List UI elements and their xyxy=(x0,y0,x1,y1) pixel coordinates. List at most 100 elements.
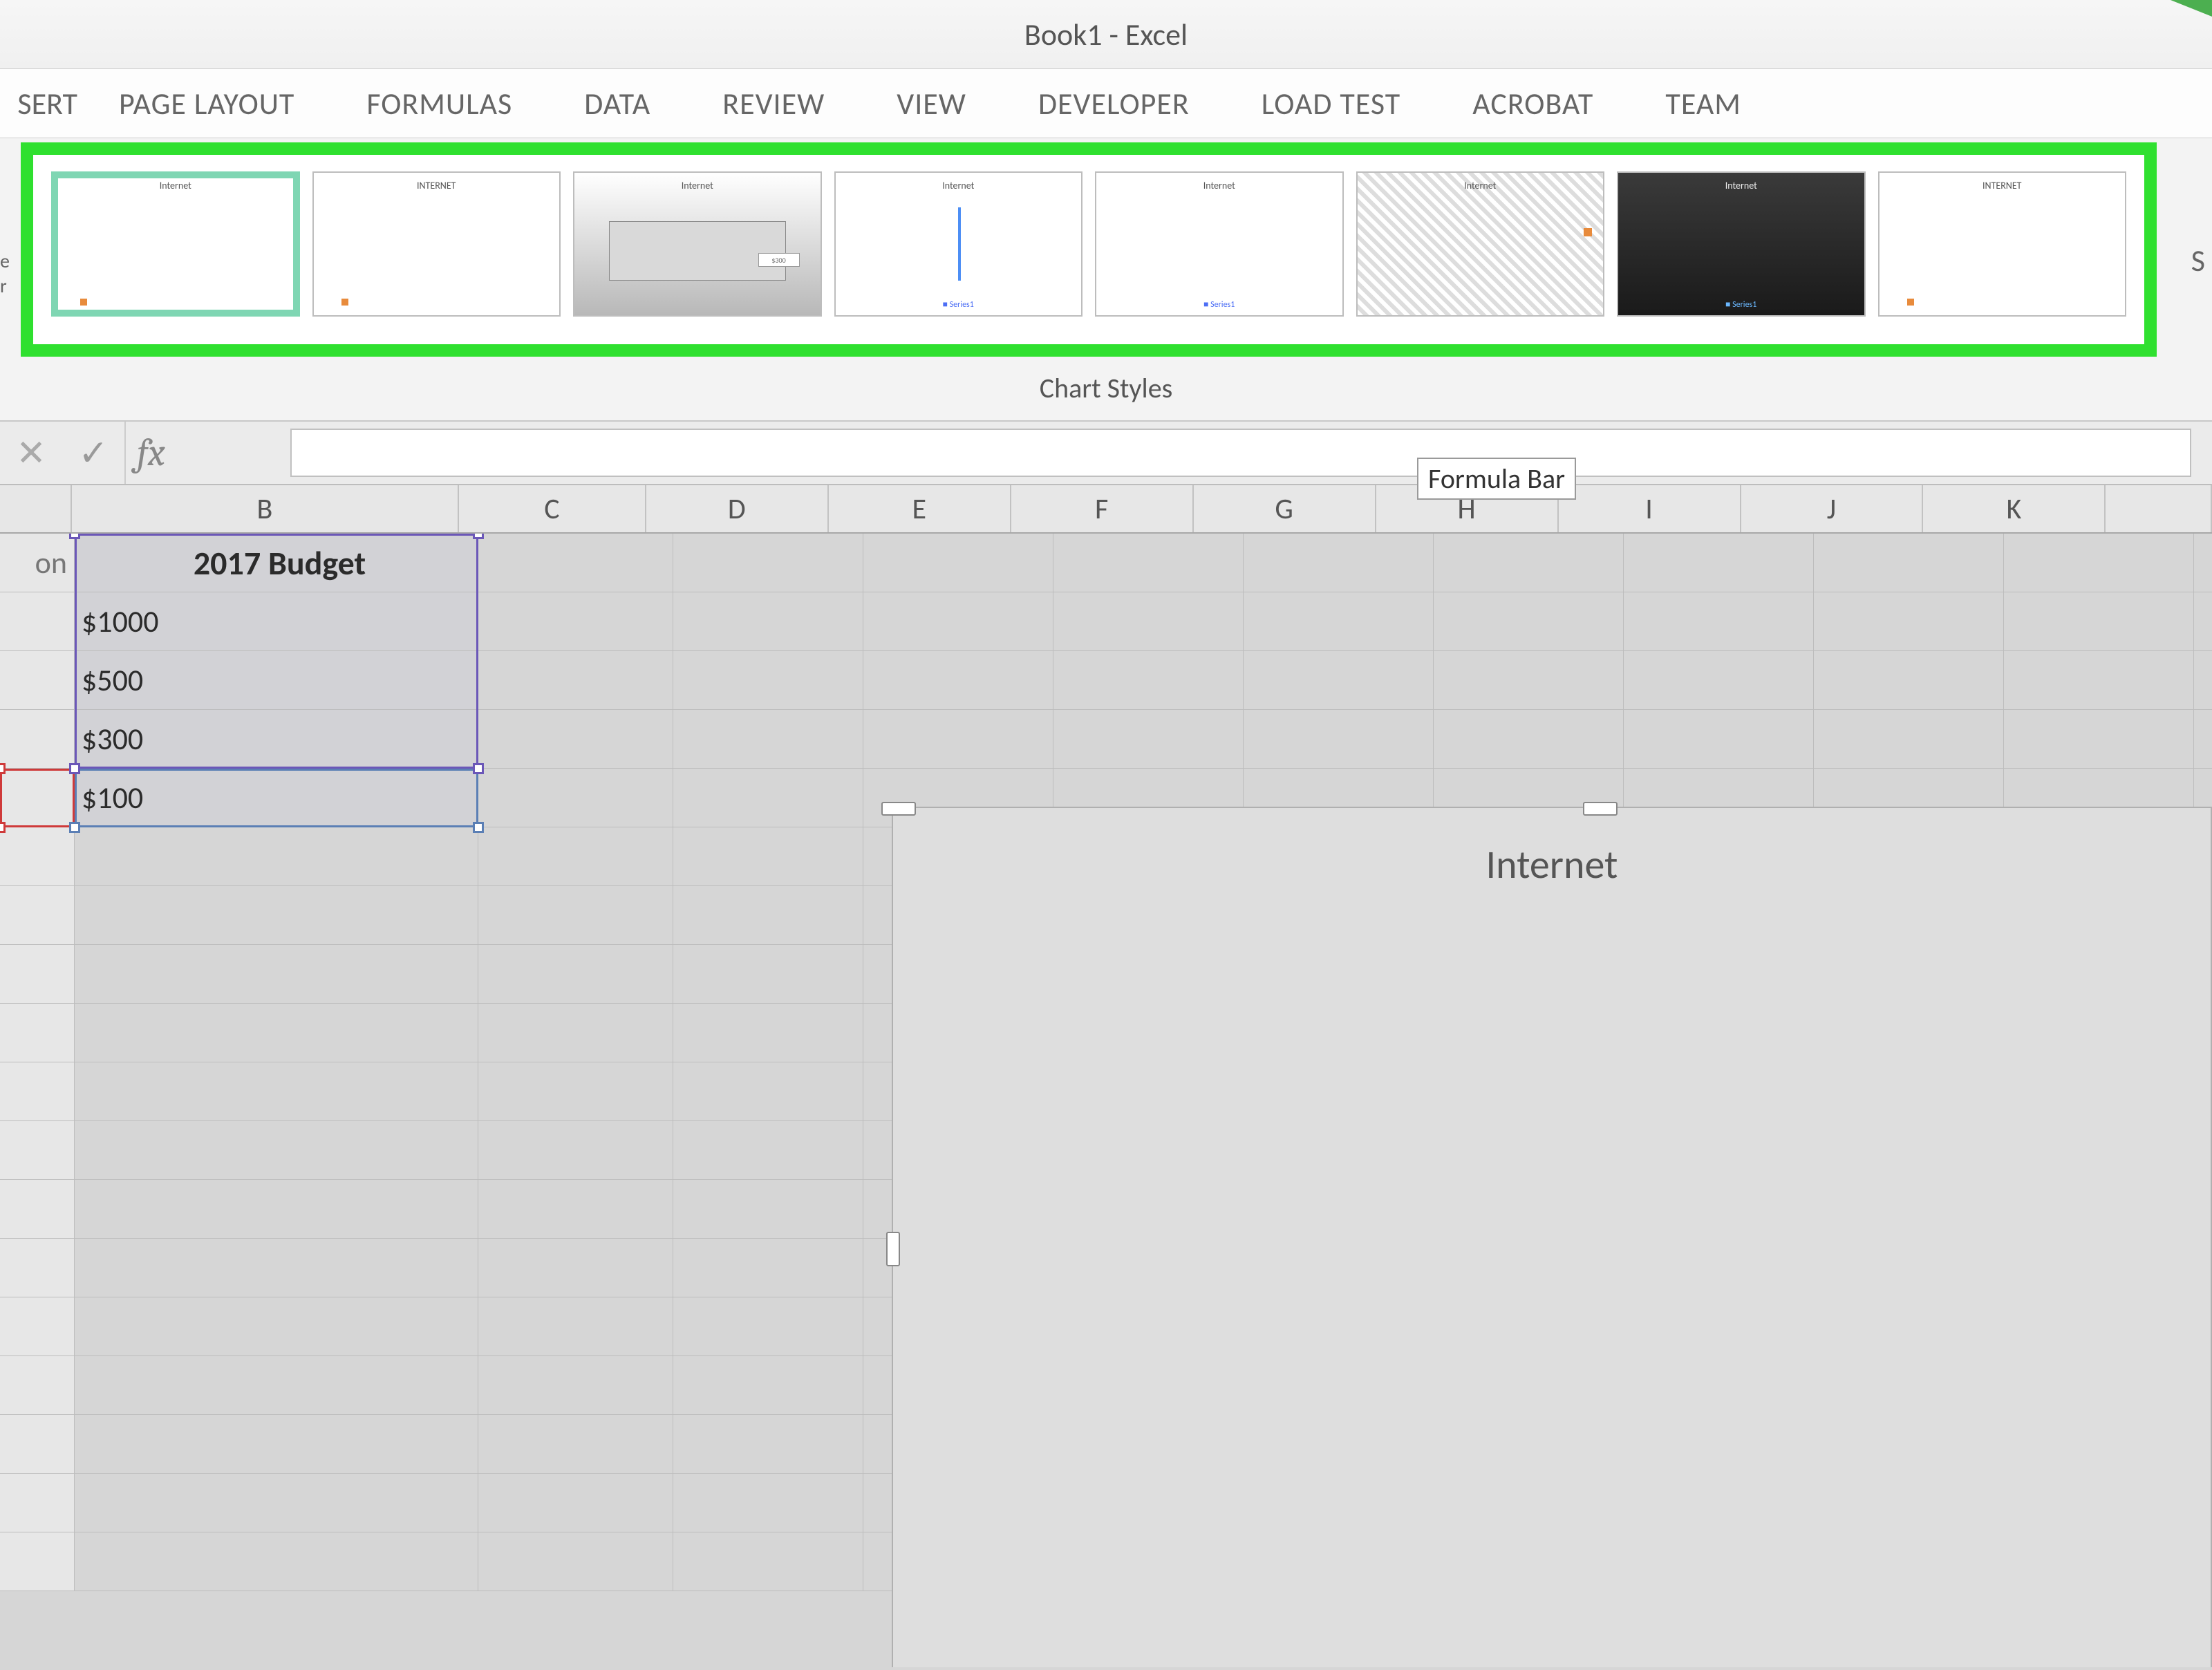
cell-h2[interactable] xyxy=(1434,592,1624,651)
range-handle[interactable] xyxy=(69,763,80,774)
cell-f3[interactable] xyxy=(1053,651,1244,710)
cell-b4[interactable]: $300 xyxy=(75,710,478,769)
chart-style-6[interactable]: Internet xyxy=(1356,171,1605,317)
cell-h3[interactable] xyxy=(1434,651,1624,710)
cell[interactable] xyxy=(478,1121,673,1180)
formula-input[interactable] xyxy=(290,429,2191,477)
range-handle[interactable] xyxy=(0,822,6,833)
cell[interactable] xyxy=(673,1356,863,1415)
cell[interactable] xyxy=(673,1121,863,1180)
column-header-b[interactable]: B xyxy=(72,485,459,532)
chart-style-1[interactable]: Internet xyxy=(51,171,300,317)
row-header[interactable] xyxy=(0,1062,75,1121)
cell[interactable] xyxy=(673,945,863,1004)
cell-g4[interactable] xyxy=(1244,710,1434,769)
row-header[interactable] xyxy=(0,1356,75,1415)
row-header[interactable] xyxy=(0,1415,75,1474)
select-all-corner[interactable] xyxy=(0,485,72,532)
tab-acrobat[interactable]: ACROBAT xyxy=(1436,85,1629,122)
cell-c2[interactable] xyxy=(478,592,673,651)
row-header[interactable] xyxy=(0,1180,75,1239)
tab-page-layout[interactable]: PAGE LAYOUT xyxy=(83,85,330,122)
cell[interactable] xyxy=(75,1415,478,1474)
cell-d1[interactable] xyxy=(673,534,863,592)
cell-l1[interactable] xyxy=(2194,534,2212,592)
cell-g1[interactable] xyxy=(1244,534,1434,592)
cell-i2[interactable] xyxy=(1624,592,1814,651)
cell[interactable] xyxy=(75,886,478,945)
column-header-d[interactable]: D xyxy=(646,485,829,532)
cell-k4[interactable] xyxy=(2004,710,2194,769)
cell[interactable] xyxy=(75,1532,478,1591)
chart-style-8[interactable]: INTERNET xyxy=(1878,171,2127,317)
insert-function-button[interactable]: fx xyxy=(124,422,176,484)
cell-e3[interactable] xyxy=(863,651,1053,710)
chart-resize-handle-top-left[interactable] xyxy=(881,802,916,816)
column-header-partial[interactable] xyxy=(2106,485,2212,532)
cell[interactable] xyxy=(75,827,478,886)
cell-b3[interactable]: $500 xyxy=(75,651,478,710)
tab-load-test[interactable]: LOAD TEST xyxy=(1226,85,1437,122)
chart-style-7[interactable]: Internet ■ Series1 xyxy=(1617,171,1866,317)
tab-developer[interactable]: DEVELOPER xyxy=(1002,85,1226,122)
column-header-g[interactable]: G xyxy=(1194,485,1376,532)
cell[interactable] xyxy=(75,1062,478,1121)
row-header-partial[interactable]: on xyxy=(0,534,75,592)
cell-d4[interactable] xyxy=(673,710,863,769)
row-header[interactable] xyxy=(0,1239,75,1297)
cell[interactable] xyxy=(75,1004,478,1062)
cell[interactable] xyxy=(478,1239,673,1297)
cell-c5[interactable] xyxy=(478,769,673,827)
cell[interactable] xyxy=(673,1532,863,1591)
chart-resize-handle-left-mid[interactable] xyxy=(886,1232,900,1266)
cell-c1[interactable] xyxy=(478,534,673,592)
cell-f2[interactable] xyxy=(1053,592,1244,651)
row-header[interactable] xyxy=(0,886,75,945)
cell-l3[interactable] xyxy=(2194,651,2212,710)
cell[interactable] xyxy=(478,945,673,1004)
cell-b2[interactable]: $1000 xyxy=(75,592,478,651)
chart-resize-handle-top-mid[interactable] xyxy=(1583,802,1618,816)
cell[interactable] xyxy=(75,1121,478,1180)
cell-j4[interactable] xyxy=(1814,710,2004,769)
row-header[interactable] xyxy=(0,827,75,886)
cell[interactable] xyxy=(478,886,673,945)
tab-view[interactable]: VIEW xyxy=(861,85,1002,122)
column-header-e[interactable]: E xyxy=(829,485,1011,532)
cell[interactable] xyxy=(673,1062,863,1121)
cell[interactable] xyxy=(478,1415,673,1474)
column-header-j[interactable]: J xyxy=(1741,485,1924,532)
cell-g2[interactable] xyxy=(1244,592,1434,651)
row-header[interactable] xyxy=(0,1004,75,1062)
column-header-c[interactable]: C xyxy=(459,485,646,532)
column-header-k[interactable]: K xyxy=(1923,485,2106,532)
cell[interactable] xyxy=(75,1239,478,1297)
cell-h4[interactable] xyxy=(1434,710,1624,769)
chart-style-3[interactable]: Internet $300 xyxy=(573,171,822,317)
cell[interactable] xyxy=(673,1297,863,1356)
tab-data[interactable]: DATA xyxy=(548,85,686,122)
cell-k1[interactable] xyxy=(2004,534,2194,592)
cell-l4[interactable] xyxy=(2194,710,2212,769)
cell-j1[interactable] xyxy=(1814,534,2004,592)
tab-insert-partial[interactable]: SERT xyxy=(0,85,83,122)
cell-k3[interactable] xyxy=(2004,651,2194,710)
cell[interactable] xyxy=(478,1532,673,1591)
cell-b1[interactable]: 2017 Budget xyxy=(75,534,478,592)
cell-g3[interactable] xyxy=(1244,651,1434,710)
cell[interactable] xyxy=(478,827,673,886)
row-header[interactable] xyxy=(0,1297,75,1356)
row-header[interactable] xyxy=(0,651,75,710)
row-header[interactable] xyxy=(0,945,75,1004)
row-header[interactable] xyxy=(0,1532,75,1591)
embedded-chart[interactable]: Internet xyxy=(892,807,2212,1667)
cell[interactable] xyxy=(75,1474,478,1532)
cell-i3[interactable] xyxy=(1624,651,1814,710)
cell[interactable] xyxy=(673,1239,863,1297)
chart-style-4[interactable]: Internet ■ Series1 xyxy=(834,171,1083,317)
range-handle[interactable] xyxy=(0,763,6,774)
row-header[interactable] xyxy=(0,1121,75,1180)
cell-d3[interactable] xyxy=(673,651,863,710)
cell[interactable] xyxy=(75,1180,478,1239)
cell[interactable] xyxy=(478,1004,673,1062)
